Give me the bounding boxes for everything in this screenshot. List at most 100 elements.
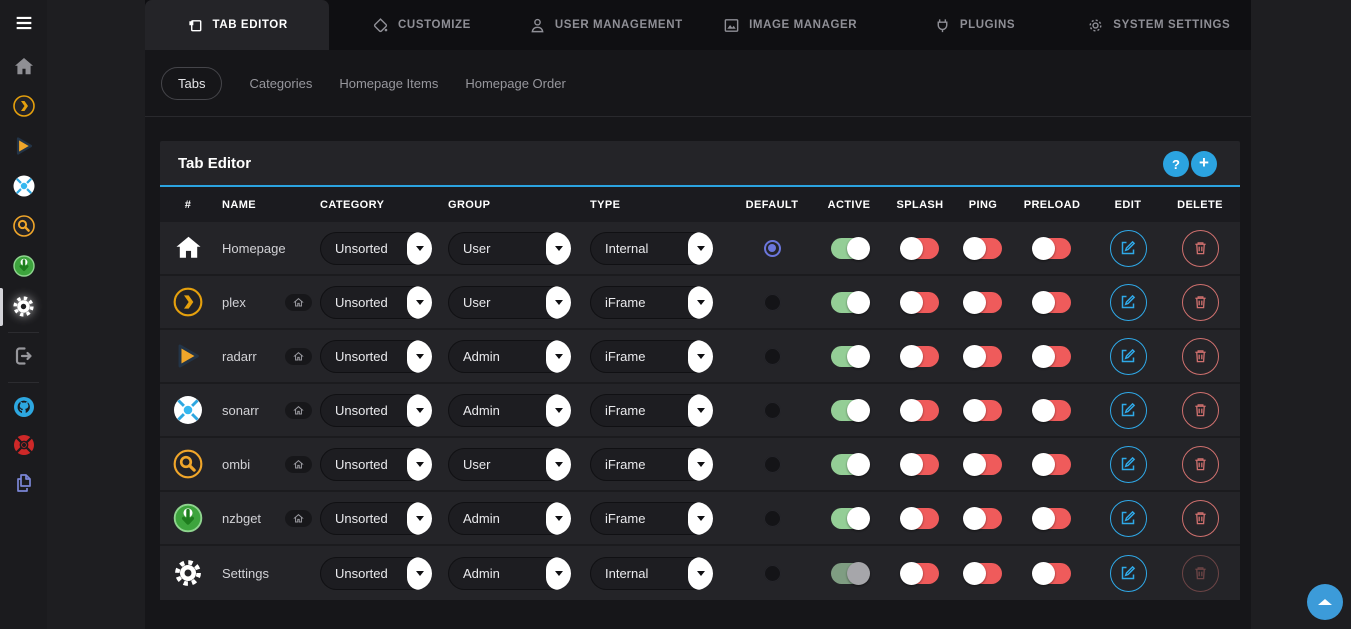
edit-button[interactable] — [1110, 392, 1147, 429]
edit-button[interactable] — [1110, 284, 1147, 321]
subtab-categories[interactable]: Categories — [249, 76, 312, 91]
sidebar-item-radarr[interactable] — [0, 134, 47, 158]
ping-toggle[interactable] — [965, 563, 1002, 584]
subtab-tabs[interactable]: Tabs — [161, 67, 222, 100]
default-radio[interactable] — [764, 294, 781, 311]
group-select[interactable]: User — [448, 448, 571, 481]
homepage-badge — [285, 294, 312, 311]
group-select[interactable]: Admin — [448, 502, 571, 535]
type-select[interactable]: iFrame — [590, 448, 713, 481]
group-select[interactable]: Admin — [448, 394, 571, 427]
sidebar-item-support[interactable] — [0, 433, 47, 457]
ping-toggle[interactable] — [965, 454, 1002, 475]
ping-toggle[interactable] — [965, 238, 1002, 259]
chevron-down-icon — [407, 448, 432, 481]
category-select[interactable]: Unsorted — [320, 557, 432, 590]
sidebar-item-settings[interactable] — [0, 294, 47, 319]
splash-toggle[interactable] — [902, 292, 939, 313]
sidebar-item-github[interactable] — [0, 395, 47, 419]
default-radio[interactable] — [764, 456, 781, 473]
sidebar-item-nzbget[interactable] — [0, 254, 47, 278]
type-select[interactable]: Internal — [590, 557, 713, 590]
splash-toggle[interactable] — [902, 454, 939, 475]
category-select[interactable]: Unsorted — [320, 448, 432, 481]
subtab-homepage-items[interactable]: Homepage Items — [339, 76, 438, 91]
delete-button[interactable] — [1182, 392, 1219, 429]
tab-user-management[interactable]: USER MANAGEMENT — [514, 0, 698, 50]
splash-toggle[interactable] — [902, 346, 939, 367]
sidebar-item-ombi[interactable] — [0, 214, 47, 238]
active-toggle[interactable] — [831, 400, 868, 421]
scroll-to-top-button[interactable] — [1307, 584, 1343, 620]
splash-toggle[interactable] — [902, 400, 939, 421]
default-radio[interactable] — [764, 565, 781, 582]
edit-button[interactable] — [1110, 500, 1147, 537]
ping-toggle[interactable] — [965, 292, 1002, 313]
col-preload: PRELOAD — [1008, 199, 1096, 211]
subtab-homepage-order[interactable]: Homepage Order — [465, 76, 565, 91]
category-select[interactable]: Unsorted — [320, 394, 432, 427]
default-radio[interactable] — [764, 402, 781, 419]
menu-toggle-button[interactable] — [0, 11, 47, 35]
tab-image-manager[interactable]: IMAGE MANAGER — [698, 0, 882, 50]
type-select[interactable]: iFrame — [590, 394, 713, 427]
group-select[interactable]: User — [448, 232, 571, 265]
delete-button[interactable] — [1182, 500, 1219, 537]
delete-button[interactable] — [1182, 446, 1219, 483]
active-toggle[interactable] — [831, 346, 868, 367]
sidebar-divider — [8, 332, 39, 333]
active-toggle[interactable] — [831, 508, 868, 529]
ping-toggle[interactable] — [965, 346, 1002, 367]
type-select[interactable]: iFrame — [590, 340, 713, 373]
col-default: DEFAULT — [728, 199, 816, 211]
sidebar-item-logout[interactable] — [0, 344, 47, 368]
splash-toggle[interactable] — [902, 508, 939, 529]
default-radio[interactable] — [764, 240, 781, 257]
ping-toggle[interactable] — [965, 400, 1002, 421]
category-select[interactable]: Unsorted — [320, 286, 432, 319]
tab-plugins[interactable]: PLUGINS — [882, 0, 1066, 50]
delete-button[interactable] — [1182, 338, 1219, 375]
ping-toggle[interactable] — [965, 508, 1002, 529]
type-select[interactable]: Internal — [590, 232, 713, 265]
chevron-down-icon — [688, 394, 713, 427]
sidebar-item-plex[interactable] — [0, 94, 47, 118]
group-select[interactable]: Admin — [448, 340, 571, 373]
preload-toggle[interactable] — [1034, 346, 1071, 367]
sidebar-item-home[interactable] — [0, 55, 47, 79]
active-toggle[interactable] — [831, 292, 868, 313]
preload-toggle[interactable] — [1034, 292, 1071, 313]
splash-toggle[interactable] — [902, 563, 939, 584]
delete-button[interactable] — [1182, 284, 1219, 321]
delete-button[interactable] — [1182, 230, 1219, 267]
category-select[interactable]: Unsorted — [320, 232, 432, 265]
edit-button[interactable] — [1110, 555, 1147, 592]
edit-button[interactable] — [1110, 230, 1147, 267]
add-tab-button[interactable]: + — [1191, 151, 1217, 177]
tab-customize[interactable]: CUSTOMIZE — [329, 0, 513, 50]
preload-toggle[interactable] — [1034, 454, 1071, 475]
sidebar-item-docs[interactable] — [0, 471, 47, 495]
help-button[interactable]: ? — [1163, 151, 1189, 177]
chevron-up-icon — [1318, 599, 1332, 605]
group-select[interactable]: User — [448, 286, 571, 319]
active-toggle[interactable] — [831, 454, 868, 475]
category-select[interactable]: Unsorted — [320, 340, 432, 373]
type-select[interactable]: iFrame — [590, 286, 713, 319]
edit-button[interactable] — [1110, 446, 1147, 483]
default-radio[interactable] — [764, 348, 781, 365]
sidebar-item-sonarr[interactable] — [0, 174, 47, 198]
tab-system-settings[interactable]: SYSTEM SETTINGS — [1067, 0, 1251, 50]
edit-button[interactable] — [1110, 338, 1147, 375]
preload-toggle[interactable] — [1034, 508, 1071, 529]
preload-toggle[interactable] — [1034, 238, 1071, 259]
type-select[interactable]: iFrame — [590, 502, 713, 535]
preload-toggle[interactable] — [1034, 563, 1071, 584]
default-radio[interactable] — [764, 510, 781, 527]
category-select[interactable]: Unsorted — [320, 502, 432, 535]
tab-tab-editor[interactable]: TAB EDITOR — [145, 0, 329, 50]
preload-toggle[interactable] — [1034, 400, 1071, 421]
group-select[interactable]: Admin — [448, 557, 571, 590]
active-toggle[interactable] — [831, 238, 868, 259]
splash-toggle[interactable] — [902, 238, 939, 259]
